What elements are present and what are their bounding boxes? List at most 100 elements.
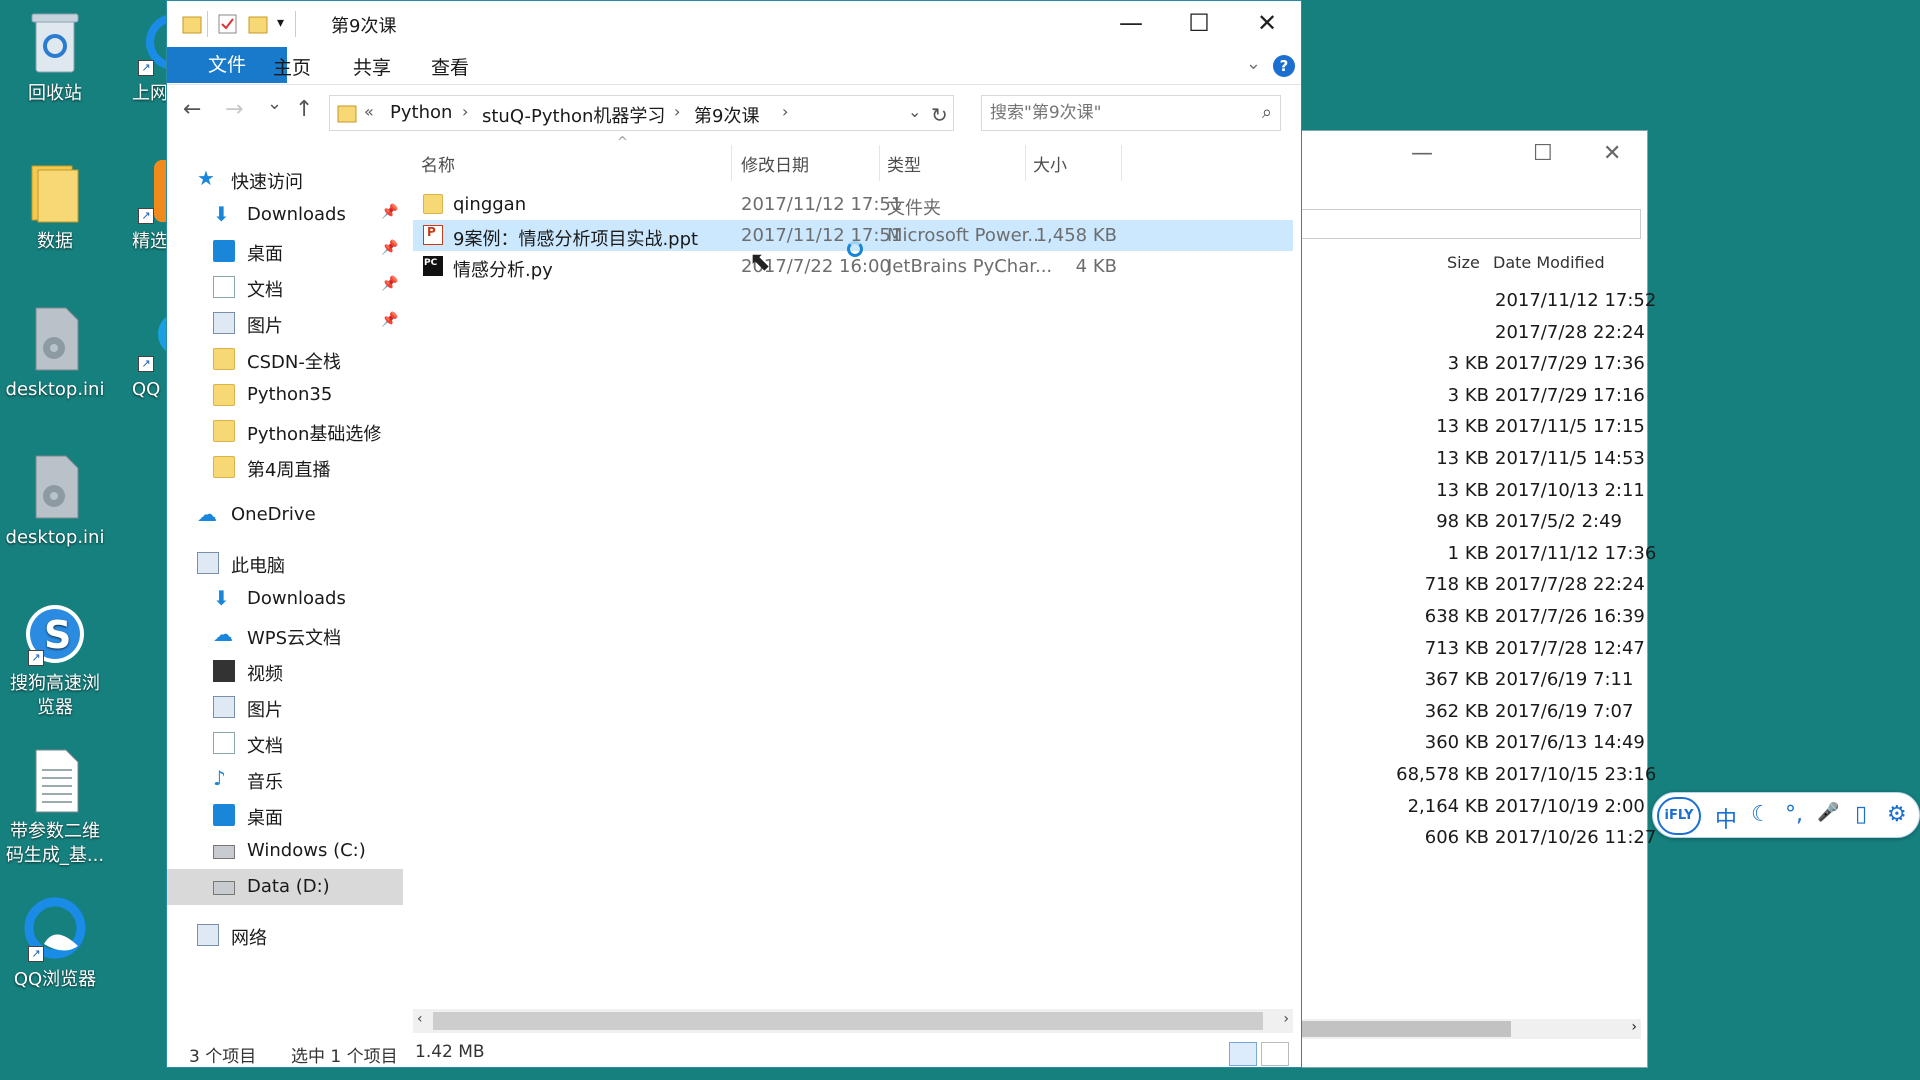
pin-icon[interactable]: 📌: [381, 312, 398, 328]
desktop-icon-qq-browser[interactable]: ↗ QQ浏览器: [0, 894, 110, 992]
scrollbar-thumb[interactable]: [433, 1012, 1263, 1030]
desktop-icon-data-folder[interactable]: 数据: [0, 156, 110, 254]
recent-locations-button[interactable]: ⌄: [267, 93, 282, 114]
tab-share[interactable]: 共享: [353, 53, 391, 80]
back-button[interactable]: ←: [183, 97, 201, 122]
nav-item[interactable]: CSDN-全栈: [167, 341, 403, 377]
nav-item[interactable]: ☁ OneDrive: [167, 497, 403, 533]
ime-toolbar[interactable]: iFLY 中 ☾ °, 🎤 ▯ ⚙: [1652, 792, 1920, 838]
breadcrumb-separator-icon[interactable]: ›: [462, 102, 468, 121]
desktop-icon-desktop-ini-2[interactable]: desktop.ini: [0, 452, 110, 550]
column-divider[interactable]: [731, 145, 732, 181]
file-row[interactable]: \D...367 KB2017/6/19 7:11: [1241, 664, 1649, 695]
file-row[interactable]: Py...718 KB2017/7/28 22:24: [1241, 569, 1649, 600]
nav-item[interactable]: 此电脑: [167, 545, 403, 581]
horizontal-scrollbar[interactable]: ›: [1301, 1019, 1641, 1039]
file-row[interactable]: \D...638 KB2017/7/26 16:39: [1241, 601, 1649, 632]
new-folder-icon[interactable]: [247, 11, 269, 37]
column-header-name[interactable]: 名称: [421, 151, 455, 176]
scroll-left-arrow-icon[interactable]: ‹: [417, 1011, 423, 1027]
file-row[interactable]: \D...713 KB2017/7/28 12:47: [1241, 633, 1649, 664]
breadcrumb-stuq[interactable]: stuQ-Python机器学习: [482, 102, 665, 128]
search-icon[interactable]: ⌕: [1262, 102, 1272, 123]
search-input[interactable]: [990, 100, 1240, 126]
nav-item[interactable]: 桌面: [167, 797, 403, 833]
file-row[interactable]: \A...1 KB2017/11/12 17:36: [1241, 538, 1656, 569]
breadcrumb-separator-icon[interactable]: ›: [674, 102, 680, 121]
ifly-logo-icon[interactable]: iFLY: [1657, 797, 1701, 835]
pin-icon[interactable]: 📌: [381, 240, 398, 256]
nav-item[interactable]: 网络: [167, 917, 403, 953]
help-icon[interactable]: ?: [1273, 55, 1295, 77]
desktop-icon-qr-text-file[interactable]: 带参数二维码生成_基...: [0, 746, 110, 868]
file-row[interactable]: \A...3 KB2017/7/29 17:16: [1241, 380, 1649, 411]
close-button[interactable]: ✕: [1603, 141, 1621, 166]
pin-icon[interactable]: 📌: [381, 276, 398, 292]
details-view-icon[interactable]: [1229, 1042, 1257, 1066]
file-row[interactable]: \D...606 KB2017/10/26 11:27: [1241, 822, 1656, 853]
nav-item[interactable]: Python35: [167, 377, 403, 413]
file-row[interactable]: \D...13 KB2017/11/5 17:15: [1241, 411, 1649, 442]
punctuation-icon[interactable]: °,: [1785, 802, 1803, 827]
file-row[interactable]: Py...2017/7/28 22:24: [1241, 317, 1649, 348]
nav-item[interactable]: 第4周直播: [167, 449, 403, 485]
maximize-button[interactable]: ☐: [1179, 9, 1219, 39]
scroll-right-arrow-icon[interactable]: ›: [1631, 1019, 1637, 1035]
scrollbar-thumb[interactable]: [1301, 1021, 1511, 1037]
nav-item[interactable]: 文档 📌: [167, 269, 403, 305]
expand-ribbon-icon[interactable]: ⌄: [1246, 53, 1261, 74]
file-row[interactable]: \A...13 KB2017/11/5 14:53: [1241, 443, 1649, 474]
file-row[interactable]: Py...2,164 KB2017/10/19 2:00: [1241, 791, 1649, 822]
maximize-button[interactable]: ☐: [1533, 141, 1553, 166]
column-header-size[interactable]: 大小: [1033, 151, 1067, 176]
address-bar[interactable]: « Python › stuQ-Python机器学习 › 第9次课 › ⌄: [329, 95, 954, 131]
nav-item[interactable]: 文档: [167, 725, 403, 761]
column-header-type[interactable]: 类型: [887, 151, 921, 176]
address-bar[interactable]: [1301, 209, 1641, 239]
up-button[interactable]: ↑: [295, 97, 313, 122]
desktop-icon-recycle-bin[interactable]: 回收站: [0, 8, 110, 106]
column-header-modified[interactable]: 修改日期: [741, 151, 809, 176]
tab-view[interactable]: 查看: [431, 53, 469, 80]
title-bar[interactable]: ▾ 第9次课 — ☐ ✕: [167, 1, 1301, 47]
file-row[interactable]: Py...68,578 KB2017/10/15 23:16: [1241, 759, 1656, 790]
nav-item[interactable]: Windows (C:): [167, 833, 403, 869]
large-icons-view-icon[interactable]: [1261, 1042, 1289, 1066]
column-divider[interactable]: [1121, 145, 1122, 181]
desktop-icon-desktop-ini-1[interactable]: desktop.ini: [0, 304, 110, 402]
horizontal-scrollbar[interactable]: ‹ ›: [413, 1009, 1293, 1033]
tab-home[interactable]: 主页: [273, 53, 311, 80]
close-button[interactable]: ✕: [1247, 9, 1287, 39]
keyboard-icon[interactable]: ▯: [1855, 802, 1867, 827]
properties-icon[interactable]: [217, 11, 239, 37]
customize-quick-access-icon[interactable]: ▾: [277, 15, 284, 41]
desktop-icon-sogou-browser[interactable]: S ↗ 搜狗高速浏览器: [0, 598, 110, 720]
file-row[interactable]: \D...360 KB2017/6/13 14:49: [1241, 727, 1649, 758]
pin-icon[interactable]: 📌: [381, 204, 398, 220]
file-row[interactable]: \D...98 KB2017/5/2 2:49: [1241, 506, 1649, 537]
breadcrumb-overflow[interactable]: «: [364, 102, 374, 121]
breadcrumb-current[interactable]: 第9次课: [694, 102, 759, 128]
scroll-right-arrow-icon[interactable]: ›: [1283, 1011, 1289, 1027]
breadcrumb-python[interactable]: Python: [390, 102, 452, 123]
tab-file[interactable]: 文件: [167, 47, 287, 83]
file-row[interactable]: \A...13 KB2017/10/13 2:11: [1241, 475, 1649, 506]
forward-button[interactable]: →: [225, 97, 243, 122]
file-row[interactable]: qinggan 2017/11/12 17:51 文件夹: [413, 189, 1293, 220]
nav-item[interactable]: ♪ 音乐: [167, 761, 403, 797]
nav-item[interactable]: 桌面 📌: [167, 233, 403, 269]
explorer-window[interactable]: ▾ 第9次课 — ☐ ✕ 文件 主页 共享 查看 ⌄ ? ← → ⌄ ↑ « P…: [166, 0, 1302, 1068]
column-divider[interactable]: [1025, 145, 1026, 181]
nav-item[interactable]: ⬇ Downloads: [167, 581, 403, 617]
column-header-size[interactable]: Size: [1447, 253, 1480, 272]
column-header-date-modified[interactable]: Date Modified: [1493, 253, 1605, 272]
moon-icon[interactable]: ☾: [1751, 802, 1771, 827]
breadcrumb-separator-icon[interactable]: ›: [782, 102, 788, 121]
settings-icon[interactable]: ⚙: [1887, 802, 1907, 827]
nav-item[interactable]: ★ 快速访问: [167, 161, 403, 197]
column-divider[interactable]: [879, 145, 880, 181]
nav-item[interactable]: Python基础选修: [167, 413, 403, 449]
nav-item[interactable]: ☁ WPS云文档: [167, 617, 403, 653]
chinese-mode-icon[interactable]: 中: [1715, 802, 1737, 834]
minimize-button[interactable]: —: [1111, 9, 1151, 39]
